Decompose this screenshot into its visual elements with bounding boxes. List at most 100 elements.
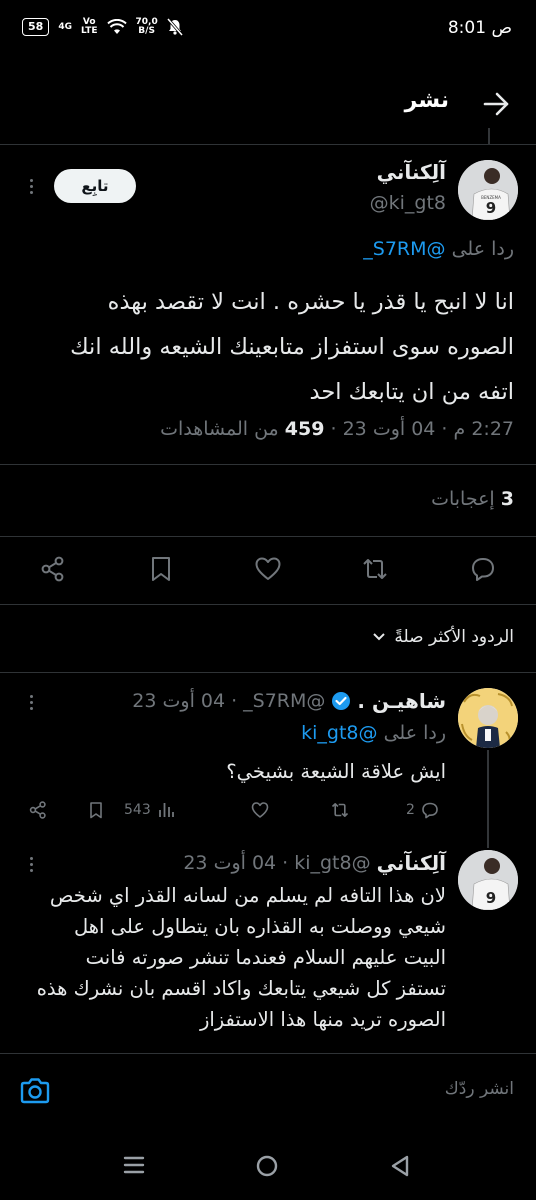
avatar[interactable]: 9 BENZEMA [458, 160, 518, 220]
verified-badge-icon [332, 692, 351, 710]
heart-icon [251, 802, 269, 818]
tweet-time: 2:27 م [453, 418, 514, 440]
dot [29, 184, 33, 188]
views-label: من المشاهدات [160, 418, 279, 440]
views-stat[interactable]: 543 [124, 800, 176, 820]
tweet-line: الصوره سوى استفزاز متابعينك الشيعه والله… [70, 334, 514, 360]
clock: 8:01 ص [447, 18, 512, 38]
wifi-icon [106, 19, 127, 34]
follow-button[interactable]: تابِع [54, 169, 136, 203]
more-options-button[interactable] [20, 691, 42, 713]
share-icon [41, 556, 64, 582]
dot [29, 706, 33, 710]
comment-icon [422, 802, 438, 819]
dot [29, 862, 33, 866]
reply-composer-input[interactable]: انشر ردّك [445, 1079, 514, 1099]
home-icon[interactable] [255, 1154, 279, 1178]
tweet-line: اتفه من ان يتابعك احد [309, 379, 514, 405]
dot [29, 856, 33, 860]
battery-icon: 58 [22, 18, 50, 36]
bookmark-button[interactable] [86, 800, 106, 820]
likes-stat[interactable]: 3 إعجابات [431, 488, 514, 510]
author-name[interactable]: آلِكنآني [377, 851, 446, 875]
dot [29, 700, 33, 704]
reply-line: ايش علاقة الشيعة بشيخي؟ [226, 760, 446, 783]
reply-body: ايش علاقة الشيعة بشيخي؟ [16, 756, 446, 787]
replying-to: ردا على @ki_gt8 [301, 722, 446, 744]
back-button[interactable] [480, 88, 512, 120]
page-title: نشر [404, 88, 449, 113]
mention-link[interactable]: @ki_gt8 [301, 722, 377, 744]
author-handle[interactable]: @ki_gt8 [370, 192, 446, 214]
retweet-icon [331, 802, 349, 818]
avatar-image: 9 BENZEMA [458, 160, 518, 220]
author-name[interactable]: آلِكنآني [377, 160, 446, 184]
avatar[interactable] [458, 688, 518, 748]
share-button[interactable] [38, 554, 68, 584]
reply-date: 04 أوت 23 [132, 690, 226, 712]
sort-label: الردود الأكثر صلةً [394, 627, 514, 647]
retweet-button[interactable] [360, 554, 390, 584]
volte-indicator: Vo LTE [80, 17, 98, 36]
tweet-line: انا لا انبح يا قذر يا حشره . انت لا تقصد… [107, 289, 514, 315]
divider [0, 144, 536, 145]
nav-back-icon[interactable] [389, 1154, 411, 1178]
share-button[interactable] [28, 800, 48, 820]
likes-count: 3 [500, 488, 514, 510]
tweet-date: 04 أوت 23 [342, 418, 436, 440]
dot [29, 190, 33, 194]
retweet-button[interactable] [330, 800, 350, 820]
divider [0, 672, 536, 673]
more-options-button[interactable] [20, 853, 42, 875]
bookmark-icon [90, 802, 102, 819]
mention-link[interactable]: @S7RM_ [363, 238, 445, 260]
sort-replies-dropdown[interactable]: الردود الأكثر صلةً [372, 627, 514, 647]
svg-text:9: 9 [486, 199, 496, 217]
replying-to: ردا على @S7RM_ [363, 238, 514, 260]
author-handle[interactable]: @S7RM_ [243, 690, 325, 712]
network-4g-indicator: 4G [58, 21, 72, 32]
reply-count: 2 [406, 802, 415, 818]
avatar-image [458, 688, 518, 748]
reply-line: شيعي ووصلت به القذاره بان يتطاول على اهل [74, 915, 446, 938]
divider [0, 464, 536, 465]
tweet-body: انا لا انبح يا قذر يا حشره . انت لا تقصد… [14, 280, 514, 415]
chevron-down-icon [373, 633, 386, 641]
heart-icon [255, 557, 281, 580]
system-nav-bar [0, 1130, 536, 1200]
svg-text:9: 9 [486, 889, 496, 907]
author-handle[interactable]: @ki_gt8 [294, 852, 370, 874]
like-button[interactable] [250, 800, 270, 820]
network-speed: 70,0 B/S [135, 17, 158, 36]
views-count: 459 [284, 418, 325, 440]
camera-icon [20, 1078, 50, 1104]
bookmark-button[interactable] [146, 554, 176, 584]
author-name[interactable]: شاهيـن . [357, 689, 446, 713]
likes-label: إعجابات [431, 488, 495, 510]
recent-apps-icon[interactable] [122, 1155, 146, 1175]
avatar[interactable]: 9 [458, 850, 518, 910]
reply-line: البيت عليهم السلام فعندما تنشر صورته فان… [85, 946, 446, 969]
dot [29, 178, 33, 182]
reply-date: 04 أوت 23 [183, 852, 277, 874]
reply-line: تستفز كل شيعي يتابعك واكاد اقسم بان نشرك… [36, 977, 446, 1000]
divider [0, 604, 536, 605]
arrow-back-icon [483, 92, 509, 116]
svg-text:BENZEMA: BENZEMA [481, 195, 501, 200]
share-icon [29, 801, 46, 819]
thread-connector [487, 750, 489, 848]
more-options-button[interactable] [20, 175, 42, 197]
dot [29, 868, 33, 872]
camera-button[interactable] [18, 1074, 52, 1108]
reply-button[interactable]: 2 [406, 800, 440, 820]
reply-button[interactable] [468, 554, 498, 584]
tweet-meta: 2:27 م · 04 أوت 23 · 459 من المشاهدات [160, 418, 514, 440]
reply-line: لان هذا التافه لم يسلم من لسانه القذر اي… [49, 884, 446, 907]
like-button[interactable] [253, 554, 283, 584]
mute-bell-icon [166, 18, 183, 36]
analytics-icon [158, 803, 174, 817]
reply-body: لان هذا التافه لم يسلم من لسانه القذر اي… [6, 880, 446, 1035]
avatar-image: 9 [458, 850, 518, 910]
views-count: 543 [124, 802, 151, 818]
reply-header: شاهيـن . @S7RM_ · 04 أوت 23 [132, 689, 446, 713]
